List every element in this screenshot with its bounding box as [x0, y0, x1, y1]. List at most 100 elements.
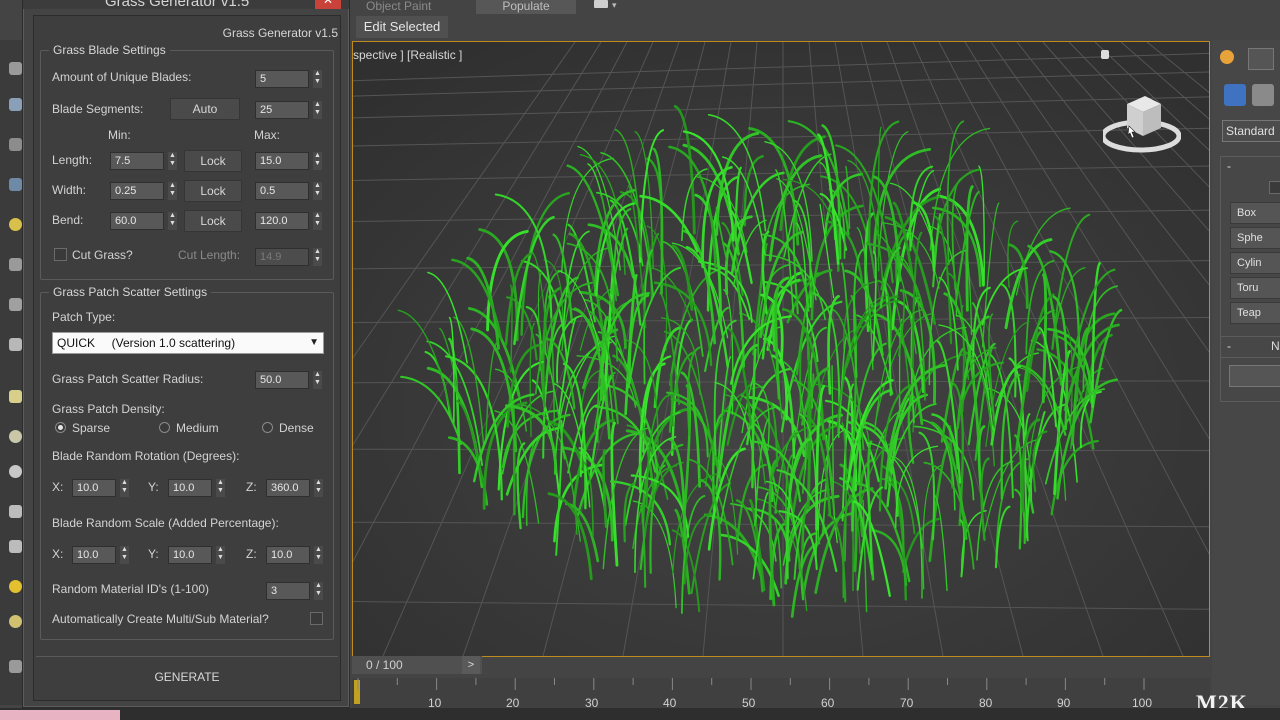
bend-max-field[interactable]: 120.0 — [255, 212, 309, 230]
length-min-spinner[interactable]: 7.5 ▲ ▼ — [110, 152, 180, 170]
width-max-field[interactable]: 0.5 — [255, 182, 309, 200]
spinner-arrows-icon[interactable]: ▲ ▼ — [313, 182, 322, 200]
spinner-arrows-icon[interactable]: ▲ ▼ — [216, 546, 225, 564]
width-min-spinner[interactable]: 0.25 ▲ ▼ — [110, 182, 180, 200]
spinner-arrows-icon[interactable]: ▲ ▼ — [314, 546, 323, 564]
cylinder-button[interactable]: Cylin — [1230, 252, 1280, 274]
material-ids-field[interactable]: 3 — [266, 582, 310, 600]
rollout-collapse-label[interactable]: - — [1227, 159, 1231, 173]
rot-y-field[interactable]: 10.0 — [168, 479, 212, 497]
rot-z-spinner[interactable]: 360.0 ▲ ▼ — [266, 479, 326, 497]
width-max-spinner[interactable]: 0.5 ▲ ▼ — [255, 182, 325, 200]
tool-icon[interactable] — [9, 138, 22, 151]
tool-icon[interactable] — [9, 465, 22, 478]
modify-icon[interactable] — [1248, 48, 1274, 70]
name-field[interactable] — [1229, 365, 1280, 387]
density-dense-radio[interactable] — [262, 422, 273, 433]
bend-min-field[interactable]: 60.0 — [110, 212, 164, 230]
shapes-category-icon[interactable] — [1252, 84, 1274, 106]
torus-button[interactable]: Toru — [1230, 277, 1280, 299]
spinner-arrows-icon[interactable]: ▲ ▼ — [120, 546, 129, 564]
auto-button[interactable]: Auto — [170, 98, 240, 120]
sun-icon[interactable] — [1220, 50, 1234, 64]
tool-icon[interactable] — [9, 338, 22, 351]
segments-field[interactable]: 25 — [255, 101, 309, 119]
spinner-arrows-icon[interactable]: ▲ ▼ — [216, 479, 225, 497]
patch-type-dropdown[interactable]: QUICK (Version 1.0 scattering) ▼ — [52, 332, 324, 354]
autogrid-checkbox[interactable] — [1269, 181, 1280, 194]
tool-icon[interactable] — [9, 62, 22, 75]
spinner-arrows-icon[interactable]: ▲ ▼ — [313, 70, 322, 88]
lock-icon[interactable] — [1101, 50, 1109, 59]
spinner-arrows-icon[interactable]: ▲ ▼ — [313, 248, 322, 266]
spinner-arrows-icon[interactable]: ▲ ▼ — [168, 182, 177, 200]
length-min-field[interactable]: 7.5 — [110, 152, 164, 170]
scale-y-spinner[interactable]: 10.0 ▲ ▼ — [168, 546, 228, 564]
spinner-arrows-icon[interactable]: ▲ ▼ — [313, 212, 322, 230]
scatter-radius-spinner[interactable]: 50.0 ▲ ▼ — [255, 371, 325, 389]
edit-selected-button[interactable]: Edit Selected — [356, 16, 448, 38]
cut-length-spinner[interactable]: 14.9 ▲ ▼ — [255, 248, 325, 266]
light-bulb-icon[interactable] — [9, 218, 22, 231]
chevron-down-icon[interactable]: ▾ — [612, 0, 617, 11]
next-frame-button[interactable]: > — [462, 656, 480, 674]
rot-y-spinner[interactable]: 10.0 ▲ ▼ — [168, 479, 228, 497]
tab-object-paint[interactable]: Object Paint — [356, 0, 476, 14]
rot-z-field[interactable]: 360.0 — [266, 479, 310, 497]
sphere-button[interactable]: Sphe — [1230, 227, 1280, 249]
spinner-arrows-icon[interactable]: ▲ ▼ — [313, 371, 322, 389]
box-button[interactable]: Box — [1230, 202, 1280, 224]
status-pink-field[interactable] — [0, 710, 120, 720]
viewcube-icon[interactable] — [1103, 92, 1181, 154]
tool-icon[interactable] — [9, 98, 22, 111]
length-max-field[interactable]: 15.0 — [255, 152, 309, 170]
length-lock-button[interactable]: Lock — [184, 150, 242, 172]
sphere-category-icon[interactable] — [1224, 84, 1246, 106]
multisub-checkbox[interactable] — [310, 612, 323, 625]
bend-min-spinner[interactable]: 60.0 ▲ ▼ — [110, 212, 180, 230]
tab-populate[interactable]: Populate — [476, 0, 576, 14]
segments-spinner[interactable]: 25 ▲ ▼ — [255, 101, 325, 119]
scatter-radius-field[interactable]: 50.0 — [255, 371, 309, 389]
tool-icon[interactable] — [9, 258, 22, 271]
teapot-button[interactable]: Teap — [1230, 302, 1280, 324]
unique-blades-field[interactable]: 5 — [255, 70, 309, 88]
tool-icon[interactable] — [9, 660, 22, 673]
scale-z-spinner[interactable]: 10.0 ▲ ▼ — [266, 546, 326, 564]
tool-icon[interactable] — [9, 298, 22, 311]
perspective-viewport[interactable]: spective ] [Realistic ] — [352, 41, 1210, 657]
scale-y-field[interactable]: 10.0 — [168, 546, 212, 564]
tool-icon[interactable] — [9, 505, 22, 518]
tool-icon[interactable] — [9, 178, 22, 191]
scale-x-field[interactable]: 10.0 — [72, 546, 116, 564]
close-button[interactable]: ✕ — [315, 0, 341, 9]
rot-x-field[interactable]: 10.0 — [72, 479, 116, 497]
density-sparse-radio[interactable] — [55, 422, 66, 433]
ribbon-icon[interactable] — [594, 0, 608, 8]
spinner-arrows-icon[interactable]: ▲ ▼ — [314, 479, 323, 497]
bend-lock-button[interactable]: Lock — [184, 210, 242, 232]
material-ids-spinner[interactable]: 3 ▲ ▼ — [266, 582, 326, 600]
rollout-collapse-label[interactable]: - — [1227, 339, 1231, 353]
spinner-arrows-icon[interactable]: ▲ ▼ — [120, 479, 129, 497]
viewport-label[interactable]: spective ] [Realistic ] — [353, 48, 462, 62]
unique-blades-spinner[interactable]: 5 ▲ ▼ — [255, 70, 325, 88]
width-lock-button[interactable]: Lock — [184, 180, 242, 202]
track-bar[interactable]: 10 20 30 40 50 60 70 80 90 100 — [352, 678, 1210, 710]
time-slider[interactable]: 0 / 100 > — [352, 656, 482, 674]
tool-icon[interactable] — [9, 580, 22, 593]
generate-button[interactable]: GENERATE — [36, 656, 338, 697]
spinner-arrows-icon[interactable]: ▲ ▼ — [314, 582, 323, 600]
bend-max-spinner[interactable]: 120.0 ▲ ▼ — [255, 212, 325, 230]
cut-length-field[interactable]: 14.9 — [255, 248, 309, 266]
width-min-field[interactable]: 0.25 — [110, 182, 164, 200]
cut-grass-checkbox[interactable] — [54, 248, 67, 261]
length-max-spinner[interactable]: 15.0 ▲ ▼ — [255, 152, 325, 170]
scale-z-field[interactable]: 10.0 — [266, 546, 310, 564]
density-medium-radio[interactable] — [159, 422, 170, 433]
tool-icon[interactable] — [9, 540, 22, 553]
spinner-arrows-icon[interactable]: ▲ ▼ — [313, 101, 322, 119]
spinner-arrows-icon[interactable]: ▲ ▼ — [168, 212, 177, 230]
tool-icon[interactable] — [9, 615, 22, 628]
chevron-down-icon[interactable]: ▼ — [309, 333, 319, 353]
